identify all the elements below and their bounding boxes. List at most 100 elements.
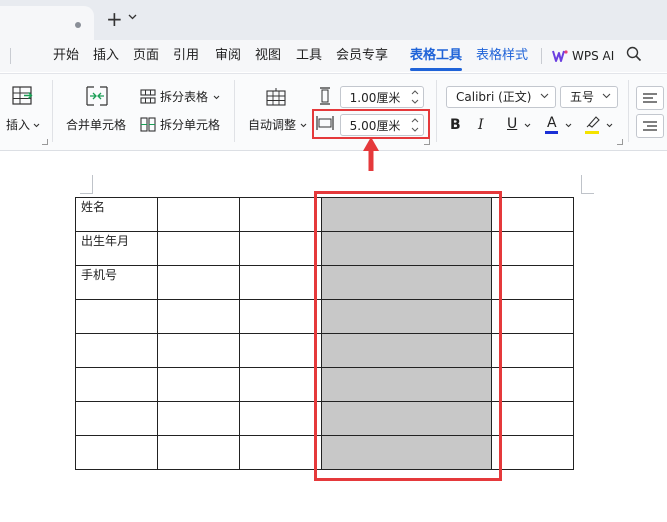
table-cell[interactable] xyxy=(157,367,240,402)
table-cell[interactable] xyxy=(491,333,574,368)
chevron-down-icon[interactable] xyxy=(524,123,531,128)
menu-start[interactable]: 开始 xyxy=(53,48,79,64)
table-cell[interactable] xyxy=(491,265,574,300)
table-cell[interactable]: 手机号 xyxy=(75,265,158,300)
wps-ai-label: WPS AI xyxy=(572,49,615,63)
align-lines-icon xyxy=(643,93,657,103)
table-cell[interactable] xyxy=(75,299,158,334)
chevron-down-icon[interactable] xyxy=(128,14,137,20)
table-cell[interactable] xyxy=(491,367,574,402)
bold-icon[interactable]: B xyxy=(450,117,461,133)
document-tab[interactable] xyxy=(0,6,94,40)
align-button[interactable] xyxy=(636,86,664,110)
table-cell[interactable]: 出生年月 xyxy=(75,231,158,266)
highlight-box-column-width xyxy=(312,109,430,139)
auto-fit-button[interactable]: 自动调整 xyxy=(248,118,296,132)
italic-icon[interactable]: I xyxy=(478,117,484,133)
chevron-down-icon[interactable] xyxy=(33,123,40,128)
row-height-icon xyxy=(320,87,330,105)
table-cell[interactable] xyxy=(157,401,240,436)
menu-member[interactable]: 会员专享 xyxy=(336,48,388,64)
insert-row-col-icon[interactable] xyxy=(12,86,34,106)
split-table-button[interactable]: 拆分表格 xyxy=(160,90,208,104)
divider xyxy=(10,48,11,64)
table-cell[interactable] xyxy=(75,367,158,402)
menu-tools[interactable]: 工具 xyxy=(296,48,322,64)
table-cell[interactable] xyxy=(239,401,322,436)
highlight-color-swatch xyxy=(585,131,599,134)
font-color-swatch xyxy=(545,131,558,134)
divider xyxy=(541,48,542,64)
table-cell[interactable] xyxy=(239,265,322,300)
table-cell[interactable] xyxy=(491,231,574,266)
merge-cells-button[interactable]: 合并单元格 xyxy=(66,118,126,132)
menu-review[interactable]: 审阅 xyxy=(215,48,241,64)
row-height-value: 1.00厘米 xyxy=(349,91,401,105)
font-name-select[interactable]: Calibri (正文) xyxy=(446,86,556,108)
table-cell[interactable] xyxy=(491,435,574,470)
search-icon[interactable] xyxy=(626,46,642,62)
table-cell[interactable] xyxy=(157,231,240,266)
page-margin-marker xyxy=(581,175,594,194)
table-cell[interactable] xyxy=(239,299,322,334)
highlight-box-selected-column xyxy=(314,191,502,481)
table-cell[interactable] xyxy=(157,333,240,368)
split-cells-icon[interactable] xyxy=(140,117,156,132)
highlighter-icon[interactable] xyxy=(585,115,601,129)
font-size-select[interactable]: 五号 xyxy=(560,86,618,108)
table-cell[interactable] xyxy=(157,265,240,300)
new-tab-button[interactable]: + xyxy=(106,9,123,29)
split-cells-button[interactable]: 拆分单元格 xyxy=(160,118,220,132)
divider xyxy=(628,80,629,142)
unsaved-dot-icon[interactable] xyxy=(75,22,81,28)
menu-page[interactable]: 页面 xyxy=(133,48,159,64)
divider xyxy=(436,80,437,142)
table-cell[interactable] xyxy=(491,401,574,436)
table-cell[interactable]: 姓名 xyxy=(75,197,158,232)
align-lines-icon xyxy=(643,121,657,131)
title-bar: + xyxy=(0,0,667,40)
group-expand-icon[interactable] xyxy=(42,139,48,145)
merge-cells-icon[interactable] xyxy=(86,86,108,106)
spinner-arrows-icon[interactable] xyxy=(411,89,419,105)
chevron-down-icon xyxy=(602,93,611,99)
font-color-icon[interactable]: A xyxy=(547,115,557,131)
chevron-down-icon[interactable] xyxy=(565,123,572,128)
chevron-down-icon[interactable] xyxy=(300,123,307,128)
table-cell[interactable] xyxy=(239,333,322,368)
table-cell[interactable] xyxy=(157,435,240,470)
table-cell[interactable] xyxy=(75,333,158,368)
menu-table-style[interactable]: 表格样式 xyxy=(476,48,528,64)
table-cell[interactable] xyxy=(75,435,158,470)
page-margin-marker xyxy=(80,175,93,194)
table-cell[interactable] xyxy=(239,197,322,232)
underline-icon[interactable]: U xyxy=(507,116,517,132)
menu-insert[interactable]: 插入 xyxy=(93,48,119,64)
chevron-down-icon[interactable] xyxy=(606,123,613,128)
table-cell[interactable] xyxy=(491,197,574,232)
divider xyxy=(52,80,53,142)
insert-button[interactable]: 插入 xyxy=(6,118,30,132)
group-expand-icon[interactable] xyxy=(617,139,623,145)
font-name-value: Calibri (正文) xyxy=(456,90,532,104)
table-cell[interactable] xyxy=(239,367,322,402)
font-size-value: 五号 xyxy=(570,90,595,104)
table-cell[interactable] xyxy=(239,231,322,266)
row-height-input[interactable]: 1.00厘米 xyxy=(340,86,424,108)
split-table-icon[interactable] xyxy=(140,89,156,104)
table-cell[interactable] xyxy=(239,435,322,470)
chevron-down-icon[interactable] xyxy=(213,95,220,100)
table-cell[interactable] xyxy=(157,197,240,232)
table-cell[interactable] xyxy=(491,299,574,334)
arrow-up-icon xyxy=(363,137,379,171)
auto-fit-icon[interactable] xyxy=(266,88,286,106)
menu-references[interactable]: 引用 xyxy=(173,48,199,64)
group-expand-icon[interactable] xyxy=(424,139,430,145)
active-tab-indicator xyxy=(410,68,462,71)
table-cell[interactable] xyxy=(75,401,158,436)
menu-view[interactable]: 视图 xyxy=(255,48,281,64)
align-button[interactable] xyxy=(636,114,664,138)
wps-ai-icon xyxy=(552,50,568,62)
menu-table-tools[interactable]: 表格工具 xyxy=(410,48,462,64)
table-cell[interactable] xyxy=(157,299,240,334)
